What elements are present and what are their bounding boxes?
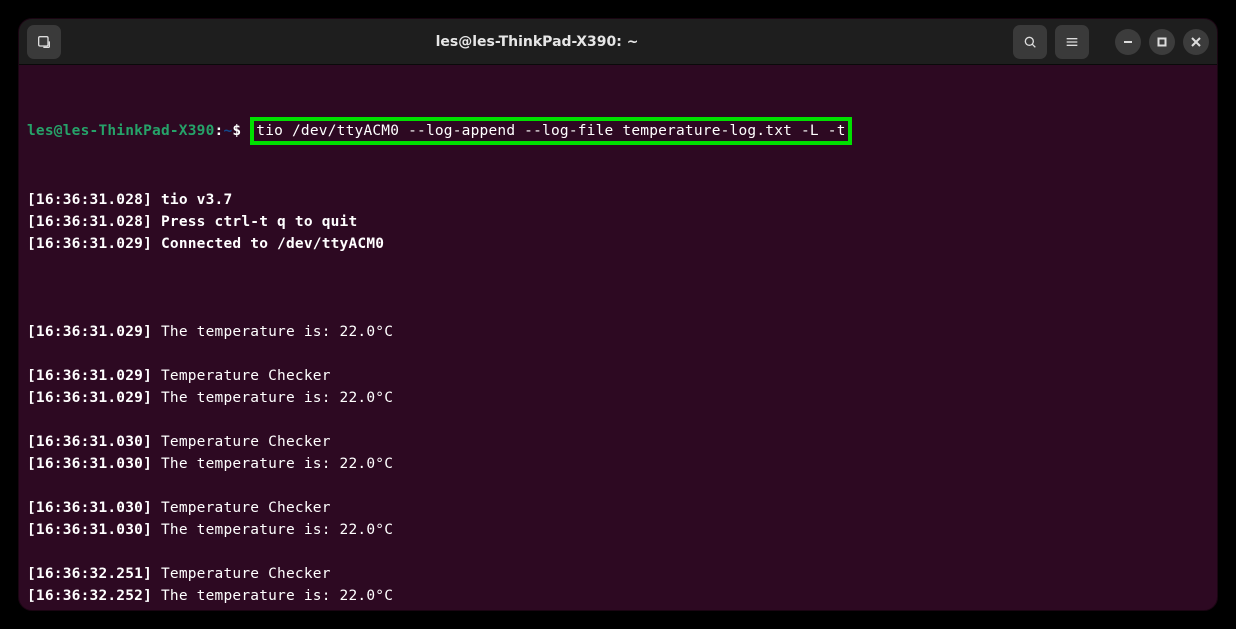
window-title: les@les-ThinkPad-X390: ~ (61, 34, 1013, 50)
terminal-window: les@les-ThinkPad-X390: ~ (18, 18, 1218, 611)
output-line: [16:36:31.030] The temperature is: 22.0°… (27, 519, 1209, 541)
new-tab-button[interactable] (27, 25, 61, 59)
output-line: [16:36:31.028] tio v3.7 (27, 189, 1209, 211)
close-icon (1191, 37, 1201, 47)
timestamp: [16:36:31.029] (27, 390, 152, 406)
timestamp: [16:36:31.030] (27, 500, 152, 516)
search-button[interactable] (1013, 25, 1047, 59)
hamburger-icon (1064, 34, 1080, 50)
minimize-icon (1123, 37, 1133, 47)
highlighted-command: tio /dev/ttyACM0 --log-append --log-file… (250, 117, 851, 145)
timestamp: [16:36:31.030] (27, 434, 152, 450)
timestamp: [16:36:31.029] (27, 368, 152, 384)
blank-line (27, 343, 1209, 365)
maximize-button[interactable] (1149, 29, 1175, 55)
output-line: [16:36:31.028] Press ctrl-t q to quit (27, 211, 1209, 233)
maximize-icon (1157, 37, 1167, 47)
blank-line (27, 541, 1209, 563)
timestamp: [16:36:31.030] (27, 456, 152, 472)
timestamp: [16:36:31.030] (27, 522, 152, 538)
output-line: [16:36:31.030] The temperature is: 22.0°… (27, 453, 1209, 475)
timestamp: [16:36:31.029] (27, 324, 152, 340)
output-line: [16:36:32.251] Temperature Checker (27, 563, 1209, 585)
prompt-user-host: les@les-ThinkPad-X390 (27, 123, 215, 139)
timestamp: [16:36:32.251] (27, 566, 152, 582)
blank-line (27, 299, 1209, 321)
timestamp: [16:36:31.028] (27, 192, 152, 208)
titlebar: les@les-ThinkPad-X390: ~ (19, 19, 1217, 65)
terminal-body[interactable]: les@les-ThinkPad-X390:~$ tio /dev/ttyACM… (19, 65, 1217, 611)
output-line: [16:36:31.029] The temperature is: 22.0°… (27, 387, 1209, 409)
minimize-button[interactable] (1115, 29, 1141, 55)
output-line: [16:36:31.029] The temperature is: 22.0°… (27, 321, 1209, 343)
new-tab-icon (36, 34, 52, 50)
prompt-dollar: $ (232, 123, 241, 139)
hamburger-menu-button[interactable] (1055, 25, 1089, 59)
output-line: [16:36:31.030] Temperature Checker (27, 497, 1209, 519)
close-button[interactable] (1183, 29, 1209, 55)
timestamp: [16:36:32.252] (27, 588, 152, 604)
timestamp: [16:36:31.029] (27, 236, 152, 252)
prompt-line: les@les-ThinkPad-X390:~$ tio /dev/ttyACM… (27, 115, 1209, 145)
search-icon (1022, 34, 1038, 50)
blank-line (27, 475, 1209, 497)
output-line: [16:36:32.252] The temperature is: 22.0°… (27, 585, 1209, 607)
output-line: [16:36:31.029] Temperature Checker (27, 365, 1209, 387)
timestamp: [16:36:31.028] (27, 214, 152, 230)
output-line: [16:36:31.030] Temperature Checker (27, 431, 1209, 453)
output-line: [16:36:31.029] Connected to /dev/ttyACM0 (27, 233, 1209, 255)
blank-line (27, 409, 1209, 431)
